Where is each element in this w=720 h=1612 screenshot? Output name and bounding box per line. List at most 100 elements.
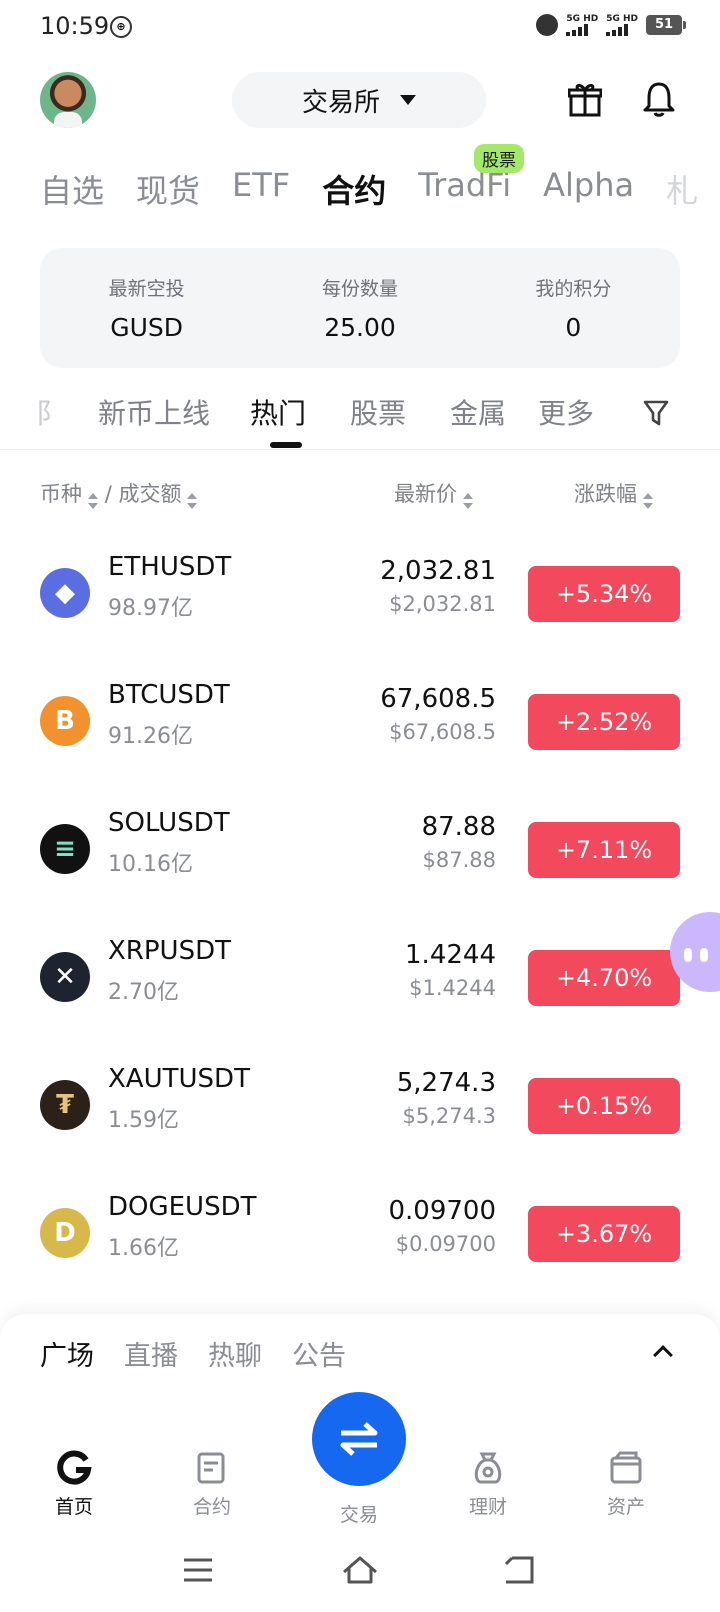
change-badge[interactable]: +0.15% bbox=[528, 1078, 680, 1134]
bottom-panel: 广场 直播 热聊 公告 首页 合约 交易 理财 资产 bbox=[0, 1314, 720, 1612]
bottom-nav: 首页 合约 交易 理财 资产 bbox=[0, 1392, 720, 1526]
chevron-up-icon[interactable] bbox=[653, 1345, 673, 1365]
col-price: 最新价 bbox=[394, 482, 457, 506]
dogecoin-icon: D bbox=[40, 1208, 90, 1258]
filter-icon[interactable] bbox=[642, 398, 670, 428]
menu-icon[interactable] bbox=[178, 1550, 218, 1590]
notification-app-icon: ⊕ bbox=[110, 16, 132, 38]
last-price: 1.4244 bbox=[405, 940, 496, 970]
signal-bars-icon bbox=[566, 24, 589, 36]
market-row-doge[interactable]: D DOGEUSDT 1.66亿 0.09700 $0.09700 +3.67% bbox=[0, 1170, 720, 1298]
sub-tab-new-listings[interactable]: 新币上线 bbox=[98, 392, 210, 432]
sort-icon bbox=[463, 493, 473, 509]
feed-tab-square[interactable]: 广场 bbox=[40, 1334, 94, 1373]
sort-price[interactable]: 最新价 bbox=[394, 478, 473, 509]
sub-tab-metals[interactable]: 金属 bbox=[450, 392, 506, 432]
wallet-icon bbox=[610, 1451, 642, 1484]
nav-earn-label: 理财 bbox=[468, 1496, 507, 1518]
col-coin: 币种 bbox=[40, 482, 82, 506]
nav-futures-label: 合约 bbox=[192, 1496, 231, 1518]
sub-tab-stocks[interactable]: 股票 bbox=[350, 392, 406, 432]
sort-icon bbox=[643, 493, 653, 509]
market-row-eth[interactable]: ◆ ETHUSDT 98.97亿 2,032.81 $2,032.81 +5.3… bbox=[0, 530, 720, 658]
money-bag-icon bbox=[474, 1452, 502, 1484]
avatar[interactable] bbox=[40, 72, 96, 128]
tab-more-cut[interactable]: 札 bbox=[666, 166, 698, 214]
sort-icon bbox=[187, 493, 198, 509]
back-icon[interactable] bbox=[500, 1550, 540, 1590]
bell-icon[interactable] bbox=[642, 80, 676, 118]
battery-icon: 51 bbox=[646, 15, 686, 35]
market-tabs: 自选 现货 ETF 合约 TradFi Alpha 札 bbox=[40, 166, 720, 214]
price-usd: $2,032.81 bbox=[389, 592, 496, 616]
airdrop-label: 每份数量 bbox=[321, 278, 398, 300]
change-badge[interactable]: +2.52% bbox=[528, 694, 680, 750]
col-volume: 成交额 bbox=[118, 482, 182, 506]
status-time: 10:59 bbox=[40, 12, 110, 40]
signal-1-label: 5G HD bbox=[566, 14, 599, 24]
document-icon bbox=[197, 1452, 225, 1484]
market-row-btc[interactable]: B BTCUSDT 91.26亿 67,608.5 $67,608.5 +2.5… bbox=[0, 658, 720, 786]
trade-button[interactable] bbox=[312, 1392, 406, 1486]
tab-alpha[interactable]: Alpha bbox=[543, 166, 634, 214]
feed-tab-chat[interactable]: 热聊 bbox=[208, 1334, 262, 1373]
exchange-switcher[interactable]: 交易所 bbox=[232, 72, 486, 128]
xrp-icon: ✕ bbox=[40, 952, 90, 1002]
nav-futures[interactable]: 合约 bbox=[162, 1450, 262, 1519]
exchange-label: 交易所 bbox=[301, 87, 380, 118]
airdrop-points: 我的积分 0 bbox=[467, 248, 680, 368]
price-usd: $1.4244 bbox=[409, 976, 496, 1000]
feed-tab-announcements[interactable]: 公告 bbox=[292, 1334, 346, 1373]
signal-2: 5G HD bbox=[606, 14, 638, 36]
sort-coin-volume[interactable]: 币种 / 成交额 bbox=[40, 478, 198, 509]
nav-trade-label: 交易 bbox=[339, 1504, 378, 1526]
nav-earn[interactable]: 理财 bbox=[438, 1450, 538, 1519]
market-row-sol[interactable]: ≡ SOLUSDT 10.16亿 87.88 $87.88 +7.11% bbox=[0, 786, 720, 914]
change-badge[interactable]: +3.67% bbox=[528, 1206, 680, 1262]
airdrop-label: 我的积分 bbox=[535, 278, 612, 300]
sort-change[interactable]: 涨跌幅 bbox=[574, 478, 653, 509]
airdrop-card[interactable]: 最新空投 GUSD 每份数量 25.00 我的积分 0 bbox=[40, 248, 680, 368]
change-badge[interactable]: +4.70% bbox=[528, 950, 680, 1006]
solana-icon: ≡ bbox=[40, 824, 90, 874]
home-icon[interactable] bbox=[340, 1550, 380, 1590]
signal-bars-icon bbox=[606, 24, 629, 36]
tab-spot[interactable]: 现货 bbox=[136, 166, 200, 214]
stock-badge: 股票 bbox=[474, 144, 524, 173]
nav-assets-label: 资产 bbox=[606, 1496, 645, 1518]
coin-name: DOGEUSDT bbox=[108, 1192, 257, 1222]
airdrop-latest: 最新空投 GUSD bbox=[40, 248, 253, 368]
coin-volume: 10.16亿 bbox=[108, 852, 193, 877]
gift-icon[interactable] bbox=[568, 80, 602, 118]
coin-name: SOLUSDT bbox=[108, 808, 230, 838]
alarm-icon bbox=[536, 14, 559, 36]
change-badge[interactable]: +7.11% bbox=[528, 822, 680, 878]
coin-volume: 2.70亿 bbox=[108, 980, 179, 1005]
tab-etf[interactable]: ETF bbox=[232, 166, 290, 214]
airdrop-label: 最新空投 bbox=[108, 278, 185, 300]
change-badge[interactable]: +5.34% bbox=[528, 566, 680, 622]
airdrop-value: 25.00 bbox=[324, 313, 396, 342]
market-row-xaut[interactable]: ₮ XAUTUSDT 1.59亿 5,274.3 $5,274.3 +0.15% bbox=[0, 1042, 720, 1170]
tab-favorites[interactable]: 自选 bbox=[40, 166, 104, 214]
market-row-xrp[interactable]: ✕ XRPUSDT 2.70亿 1.4244 $1.4244 +4.70% bbox=[0, 914, 720, 1042]
last-price: 87.88 bbox=[421, 812, 496, 842]
sub-tab-hot[interactable]: 热门 bbox=[250, 392, 306, 432]
home-logo-icon bbox=[57, 1450, 92, 1485]
column-header: 币种 / 成交额 最新价 涨跌幅 bbox=[0, 472, 720, 512]
swap-icon bbox=[340, 1422, 378, 1456]
nav-home[interactable]: 首页 bbox=[24, 1450, 124, 1519]
coin-volume: 98.97亿 bbox=[108, 596, 193, 621]
tab-futures[interactable]: 合约 bbox=[322, 166, 386, 214]
coin-name: ETHUSDT bbox=[108, 552, 232, 582]
nav-assets[interactable]: 资产 bbox=[576, 1450, 676, 1519]
sub-tabs: 阝 新币上线 热门 股票 金属 更多 bbox=[0, 386, 720, 450]
sub-tab-more[interactable]: 更多 bbox=[538, 392, 594, 432]
airdrop-value: GUSD bbox=[110, 313, 184, 342]
feed-tab-live[interactable]: 直播 bbox=[124, 1334, 178, 1373]
airdrop-amount: 每份数量 25.00 bbox=[253, 248, 466, 368]
bitcoin-icon: B bbox=[40, 696, 90, 746]
price-usd: $5,274.3 bbox=[402, 1104, 496, 1128]
tab-tradfi[interactable]: TradFi bbox=[418, 166, 511, 214]
sub-tab-cut[interactable]: 阝 bbox=[36, 392, 64, 432]
